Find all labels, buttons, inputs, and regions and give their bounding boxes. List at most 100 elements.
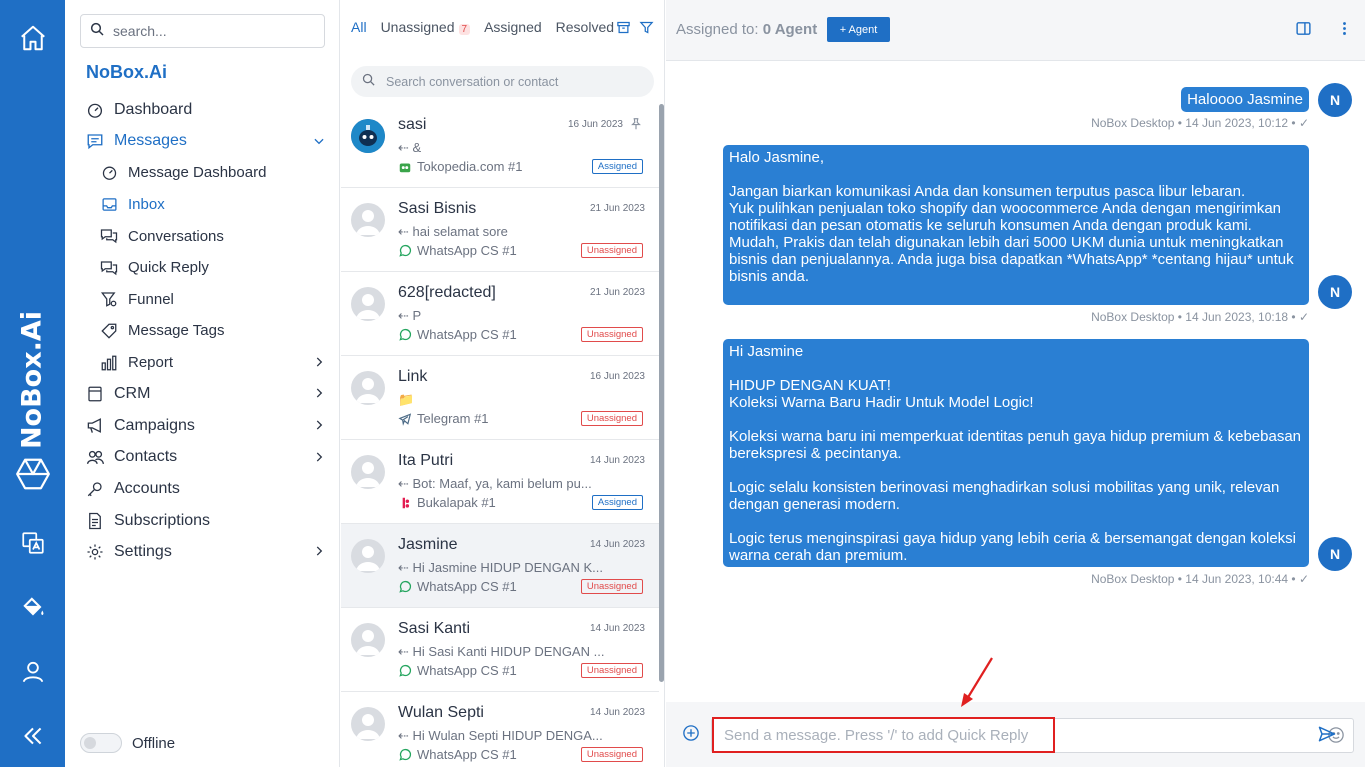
conversation-row[interactable]: Ita Putri 14 Jun 2023 ⇠ Bot: Maaf, ya, k… (341, 440, 659, 524)
list-scrollbar[interactable] (659, 104, 664, 682)
contacts-icon (85, 447, 105, 467)
sidebar-item-settings[interactable]: Settings (65, 536, 340, 568)
user-icon[interactable] (16, 655, 50, 689)
chevron-right-icon (312, 355, 326, 369)
conversation-search[interactable] (351, 66, 654, 97)
avatar (351, 455, 385, 489)
sidebar-item-contacts[interactable]: Contacts (65, 442, 340, 474)
sidebar-search[interactable] (80, 14, 325, 48)
sidebar-item-conversations[interactable]: Conversations (65, 220, 340, 252)
conversation-row[interactable]: Wulan Septi 14 Jun 2023 ⇠ Hi Wulan Septi… (341, 692, 659, 767)
conversation-row[interactable]: Sasi Bisnis 21 Jun 2023 ⇠ hai selamat so… (341, 188, 659, 272)
sidebar-item-report[interactable]: Report (65, 347, 340, 379)
contact-name: Wulan Septi (398, 704, 484, 721)
add-agent-button[interactable]: + Agent (827, 17, 890, 42)
sidebar-item-funnel[interactable]: Funnel (65, 284, 340, 316)
sidebar-search-input[interactable] (113, 23, 303, 39)
message-bubble: Haloooo Jasmine (1181, 87, 1309, 112)
sidebar-item-label: Quick Reply (128, 259, 209, 277)
message-bubble: Halo Jasmine, Jangan biarkan komunikasi … (723, 145, 1309, 305)
funnel-icon (99, 289, 119, 309)
channel-source: WhatsApp CS #1 (398, 327, 517, 342)
status-badge: Assigned (591, 495, 643, 510)
brand-title: NoBox.Ai (86, 62, 167, 82)
conversation-date: 14 Jun 2023 (589, 539, 645, 550)
contact-name: sasi (398, 116, 427, 133)
conversation-row[interactable]: Link 16 Jun 2023 📁 Telegram #1 Unassigne… (341, 356, 659, 440)
add-attachment-icon[interactable] (682, 724, 700, 747)
status-badge: Unassigned (580, 579, 643, 594)
conversation-search-input[interactable] (386, 74, 636, 89)
sidebar-item-label: Accounts (114, 479, 180, 497)
filter-icon[interactable] (639, 20, 654, 40)
message-preview: ⇠ Hi Sasi Kanti HIDUP DENGAN ... (398, 644, 605, 659)
key-icon (85, 479, 105, 499)
message-preview: ⇠ hai selamat sore (398, 224, 508, 239)
sidebar-item-message-dashboard[interactable]: Message Dashboard (65, 157, 340, 189)
channel-source: WhatsApp CS #1 (398, 243, 517, 258)
channel-source: Telegram #1 (398, 411, 489, 426)
sidebar-item-accounts[interactable]: Accounts (65, 473, 340, 505)
pin-icon[interactable] (629, 117, 643, 136)
conversation-date: 16 Jun 2023 (589, 371, 645, 382)
sidebar-item-message-tags[interactable]: Message Tags (65, 315, 340, 347)
app-rail: NoBox.Ai (0, 0, 65, 767)
paint-bucket-icon[interactable] (16, 590, 50, 624)
message-thread: Haloooo Jasmine N NoBox Desktop • 14 Jun… (666, 61, 1365, 702)
conversation-row[interactable]: 628[redacted] 21 Jun 2023 ⇠ P WhatsApp C… (341, 272, 659, 356)
collapse-icon[interactable] (16, 719, 50, 753)
sidebar-item-campaigns[interactable]: Campaigns (65, 410, 340, 442)
avatar: N (1318, 83, 1352, 117)
telegram-icon (398, 412, 412, 426)
whatsapp-icon (398, 328, 412, 342)
sidebar-item-label: Messages (114, 132, 187, 150)
translate-icon[interactable] (16, 526, 50, 560)
sidebar-item-messages[interactable]: Messages (65, 126, 340, 158)
home-icon[interactable] (16, 21, 50, 55)
more-options-icon[interactable] (1336, 20, 1353, 42)
chevron-right-icon (312, 418, 326, 432)
message-preview: ⇠ Hi Wulan Septi HIDUP DENGA... (398, 728, 603, 743)
online-toggle[interactable] (80, 733, 122, 753)
tab-unassigned[interactable]: Unassigned 7 (381, 19, 471, 35)
megaphone-icon (85, 416, 105, 436)
conversation-list-panel: All Unassigned7 Assigned Resolved sasi 1… (341, 0, 665, 767)
sidebar-item-inbox[interactable]: Inbox (65, 189, 340, 221)
sidebar-item-quick-reply[interactable]: Quick Reply (65, 252, 340, 284)
sidebar-item-label: Message Tags (128, 322, 225, 340)
conversation-date: 21 Jun 2023 (589, 287, 645, 298)
tab-resolved[interactable]: Resolved (556, 19, 614, 35)
conversation-date: 14 Jun 2023 (589, 707, 645, 718)
chat-panel: Assigned to: 0 Agent + Agent Haloooo Jas… (666, 0, 1365, 767)
conversation-row[interactable]: sasi 16 Jun 2023 ⇠ & Tokopedia.com #1 As… (341, 104, 659, 188)
sidebar-item-subscriptions[interactable]: Subscriptions (65, 505, 340, 537)
panel-toggle-icon[interactable] (1295, 20, 1312, 42)
chevron-down-icon (312, 134, 326, 148)
online-status: Offline (80, 733, 175, 753)
avatar (351, 623, 385, 657)
archive-icon[interactable] (616, 20, 631, 40)
avatar (351, 203, 385, 237)
contact-name: Link (398, 368, 428, 385)
contact-name: Ita Putri (398, 452, 454, 469)
message-preview: ⇠ Hi Jasmine HIDUP DENGAN K... (398, 560, 603, 575)
conversation-row[interactable]: Jasmine 14 Jun 2023 ⇠ Hi Jasmine HIDUP D… (341, 524, 659, 608)
conversation-date: 16 Jun 2023 (567, 119, 623, 130)
inbox-icon (99, 195, 119, 215)
sidebar-nav: Dashboard Messages Message Dashboard Inb… (65, 94, 340, 568)
sidebar-item-crm[interactable]: CRM (65, 378, 340, 410)
channel-source: WhatsApp CS #1 (398, 747, 517, 762)
whatsapp-icon (398, 664, 412, 678)
tab-assigned[interactable]: Assigned (484, 19, 542, 35)
sidebar-item-dashboard[interactable]: Dashboard (65, 94, 340, 126)
report-icon (99, 353, 119, 373)
send-icon[interactable] (1317, 724, 1337, 749)
contact-name: Jasmine (398, 536, 458, 553)
sidebar-item-label: Subscriptions (114, 511, 211, 529)
sidebar: NoBox.Ai Dashboard Messages Message Dash… (65, 0, 340, 767)
tab-label: Unassigned (380, 19, 455, 35)
tab-all[interactable]: All (351, 19, 367, 35)
message-preview: 📁 (398, 392, 415, 407)
message-meta: NoBox Desktop • 14 Jun 2023, 10:12 • ✓ (1091, 116, 1309, 130)
conversation-row[interactable]: Sasi Kanti 14 Jun 2023 ⇠ Hi Sasi Kanti H… (341, 608, 659, 692)
